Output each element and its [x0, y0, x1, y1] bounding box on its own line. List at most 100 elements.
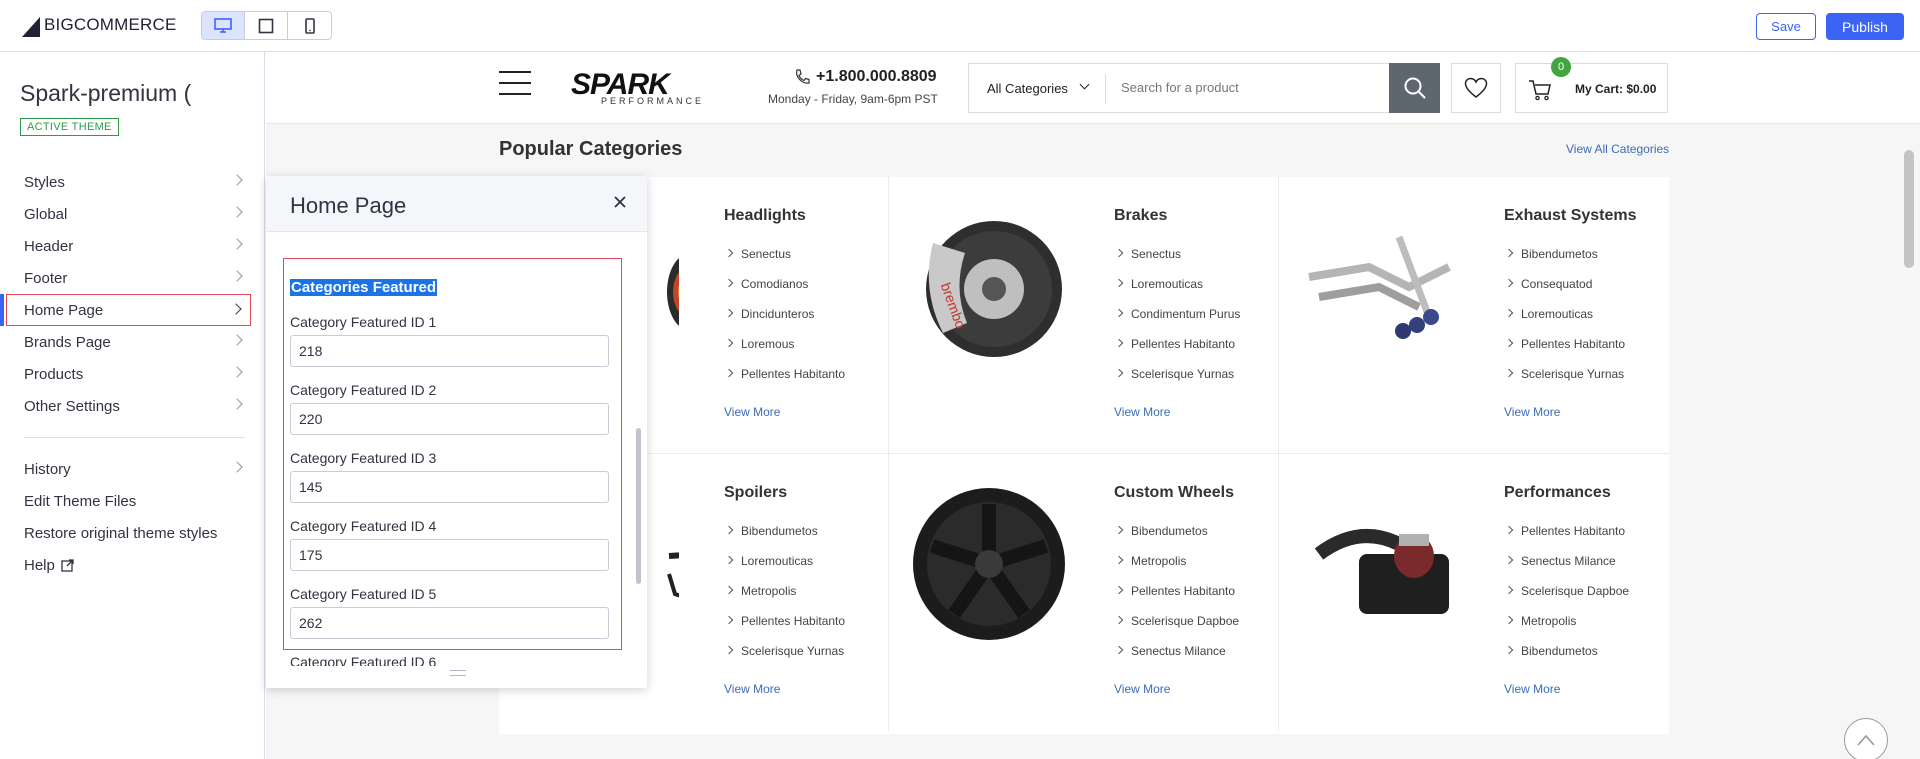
hamburger-menu-icon[interactable]: [499, 71, 531, 97]
category-sublist: Bibendumetos Metropolis Pellentes Habita…: [1114, 524, 1239, 674]
subcategory-link[interactable]: Senectus: [1114, 247, 1240, 277]
sidebar-item-label: Footer: [24, 269, 68, 287]
subcategory-link[interactable]: Scelerisque Dapboe: [1114, 614, 1239, 644]
cart-count-badge: 0: [1551, 57, 1571, 77]
air-intake-image: [1314, 529, 1449, 614]
view-more-link[interactable]: View More: [1114, 405, 1170, 419]
sidebar-item-label: Styles: [24, 173, 65, 191]
search-icon: [1404, 77, 1426, 99]
subcategory-link[interactable]: Pellentes Habitanto: [724, 614, 845, 644]
sidebar-item-label: Brands Page: [24, 333, 111, 351]
category-featured-id-2-input[interactable]: 220: [290, 403, 609, 435]
page-scrollbar[interactable]: [1904, 150, 1914, 268]
subcategory-link[interactable]: Pellentes Habitanto: [724, 367, 845, 397]
sidebar-item-label: Help: [24, 556, 55, 574]
subcategory-link[interactable]: Loremouticas: [1504, 307, 1625, 337]
subcategory-link[interactable]: Bibendumetos: [724, 524, 845, 554]
phone-number[interactable]: +1.800.000.8809: [816, 68, 937, 86]
subcategory-link[interactable]: Comodianos: [724, 277, 845, 307]
subcategory-link[interactable]: Dincidunteros: [724, 307, 845, 337]
search-input[interactable]: Search for a product: [1121, 80, 1239, 95]
save-button[interactable]: Save: [1756, 13, 1816, 40]
sidebar-item-styles[interactable]: Styles: [0, 166, 265, 198]
subcategory-link[interactable]: Bibendumetos: [1504, 247, 1625, 277]
panel-scrollbar[interactable]: [636, 428, 641, 584]
category-featured-id-4-input[interactable]: 175: [290, 539, 609, 571]
publish-button[interactable]: Publish: [1826, 13, 1904, 40]
category-card-performances: Performances Pellentes Habitanto Senectu…: [1279, 454, 1669, 731]
category-featured-id-1-input[interactable]: 218: [290, 335, 609, 367]
sidebar-item-brands-page[interactable]: Brands Page: [0, 326, 265, 358]
view-more-link[interactable]: View More: [724, 405, 780, 419]
subcategory-link[interactable]: Metropolis: [1114, 554, 1239, 584]
sidebar-item-label: Products: [24, 365, 84, 383]
tablet-view-button[interactable]: [245, 12, 288, 39]
cart-total: My Cart: $0.00: [1575, 82, 1657, 96]
subcategory-link[interactable]: Condimentum Purus: [1114, 307, 1240, 337]
sidebar-item-restore-styles[interactable]: Restore original theme styles: [0, 517, 265, 549]
cart-button[interactable]: 0 My Cart: $0.00: [1515, 57, 1668, 113]
subcategory-link[interactable]: Loremouticas: [724, 554, 845, 584]
subcategory-link[interactable]: Pellentes Habitanto: [1114, 584, 1239, 614]
panel-resize-handle[interactable]: [450, 670, 466, 676]
subcategory-link[interactable]: Metropolis: [724, 584, 845, 614]
desktop-view-button[interactable]: [202, 12, 245, 39]
subcategory-link[interactable]: Pellentes Habitanto: [1114, 337, 1240, 367]
device-toggle: [201, 11, 332, 40]
view-more-link[interactable]: View More: [724, 682, 780, 696]
sidebar-item-help[interactable]: Help: [0, 549, 265, 581]
theme-sidebar: Spark-premium ( ACTIVE THEME Styles Glob…: [0, 52, 265, 759]
sidebar-item-header[interactable]: Header: [0, 230, 265, 262]
subcategory-link[interactable]: Metropolis: [1504, 614, 1629, 644]
spark-logo[interactable]: SPARK PERFORMANCE: [571, 68, 726, 106]
subcategory-link[interactable]: Bibendumetos: [1504, 644, 1629, 674]
category-sublist: Senectus Loremouticas Condimentum Purus …: [1114, 247, 1240, 397]
field-label: Category Featured ID 6: [290, 654, 437, 666]
subcategory-link[interactable]: Pellentes Habitanto: [1504, 524, 1629, 554]
subcategory-link[interactable]: Senectus Milance: [1114, 644, 1239, 674]
subcategory-link[interactable]: Senectus: [724, 247, 845, 277]
subcategory-link[interactable]: Scelerisque Yurnas: [724, 644, 845, 674]
view-all-categories-link[interactable]: View All Categories: [1566, 142, 1669, 156]
mobile-view-button[interactable]: [288, 12, 331, 39]
subcategory-link[interactable]: Scelerisque Yurnas: [1114, 367, 1240, 397]
view-more-link[interactable]: View More: [1114, 682, 1170, 696]
subcategory-link[interactable]: Loremous: [724, 337, 845, 367]
category-title[interactable]: Spoilers: [724, 484, 787, 502]
chevron-up-icon: [1857, 734, 1875, 746]
view-more-link[interactable]: View More: [1504, 405, 1560, 419]
category-title[interactable]: Custom Wheels: [1114, 484, 1234, 502]
search-separator: [1105, 74, 1106, 104]
chevron-down-icon: [1079, 79, 1090, 90]
sidebar-item-products[interactable]: Products: [0, 358, 265, 390]
sidebar-item-global[interactable]: Global: [0, 198, 265, 230]
category-title[interactable]: Exhaust Systems: [1504, 207, 1637, 225]
search-category-select[interactable]: All Categories: [987, 81, 1068, 96]
subcategory-link[interactable]: Loremouticas: [1114, 277, 1240, 307]
sidebar-item-other-settings[interactable]: Other Settings: [0, 390, 265, 422]
sidebar-item-footer[interactable]: Footer: [0, 262, 265, 294]
subcategory-link[interactable]: Pellentes Habitanto: [1504, 337, 1625, 367]
category-featured-id-5-input[interactable]: 262: [290, 607, 609, 639]
product-search: All Categories Search for a product: [968, 63, 1440, 113]
close-panel-button[interactable]: [611, 193, 629, 211]
category-title[interactable]: Brakes: [1114, 207, 1167, 225]
wishlist-button[interactable]: [1451, 63, 1501, 113]
search-button[interactable]: [1389, 63, 1440, 113]
sidebar-item-home-page[interactable]: Home Page: [0, 294, 251, 326]
sidebar-item-edit-theme-files[interactable]: Edit Theme Files: [0, 485, 265, 517]
subcategory-link[interactable]: Bibendumetos: [1114, 524, 1239, 554]
sidebar-item-history[interactable]: History: [0, 453, 265, 485]
category-title[interactable]: Headlights: [724, 207, 806, 225]
category-card-custom-wheels: Custom Wheels Bibendumetos Metropolis Pe…: [889, 454, 1279, 731]
subcategory-link[interactable]: Senectus Milance: [1504, 554, 1629, 584]
subcategory-link[interactable]: Consequatod: [1504, 277, 1625, 307]
subcategory-link[interactable]: Scelerisque Dapboe: [1504, 584, 1629, 614]
category-featured-id-3-input[interactable]: 145: [290, 471, 609, 503]
chevron-right-icon: [231, 398, 243, 410]
view-more-link[interactable]: View More: [1504, 682, 1560, 696]
back-to-top-button[interactable]: [1844, 718, 1888, 759]
category-sublist: Bibendumetos Loremouticas Metropolis Pel…: [724, 524, 845, 674]
category-title[interactable]: Performances: [1504, 484, 1611, 502]
subcategory-link[interactable]: Scelerisque Yurnas: [1504, 367, 1625, 397]
